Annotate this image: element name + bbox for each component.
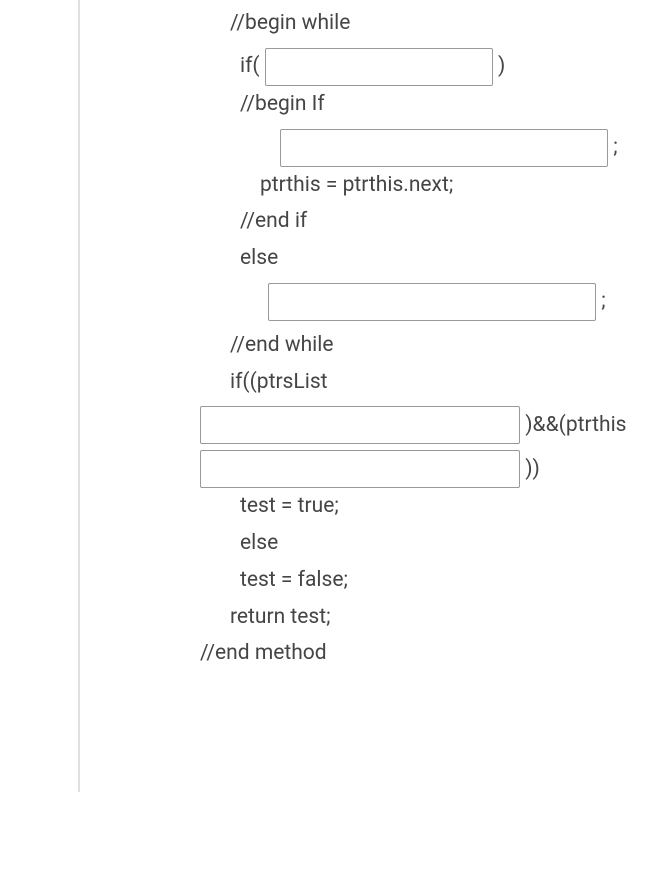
blank-cond-1[interactable] xyxy=(200,406,520,444)
code-line: //begin If xyxy=(200,86,652,123)
comment-end-if: //end if xyxy=(240,203,307,240)
semicolon: ; xyxy=(596,283,606,320)
ptr-assignment: ptrthis = ptrthis.next; xyxy=(260,167,453,204)
comment-begin-if: //begin If xyxy=(240,86,325,123)
code-line: if((ptrsList xyxy=(200,364,652,401)
code-line: ; xyxy=(200,283,652,321)
blank-if-body-1[interactable] xyxy=(280,129,608,167)
code-line: return test; xyxy=(200,599,652,636)
blank-if-condition[interactable] xyxy=(265,48,493,86)
keyword-if: if( xyxy=(240,48,265,85)
code-line: //end if xyxy=(200,203,652,240)
code-line: if( ) xyxy=(200,48,652,86)
code-line: else xyxy=(200,525,652,562)
code-line: else xyxy=(200,240,652,277)
and-ptrthis: )&&(ptrthis xyxy=(520,407,627,444)
comment-end-method: //end method xyxy=(200,635,327,672)
return-test: return test; xyxy=(230,599,331,636)
code-line: //end while xyxy=(200,327,652,364)
close-double-paren: )) xyxy=(520,451,540,488)
code-line: test = true; xyxy=(200,488,652,525)
code-line: //begin while xyxy=(200,5,652,42)
code-line: //end method xyxy=(200,635,652,672)
code-snippet: //begin while if( ) //begin If ; ptrthis… xyxy=(78,0,652,792)
test-false: test = false; xyxy=(240,562,348,599)
code-line: )) xyxy=(200,450,652,488)
blank-else-body[interactable] xyxy=(268,283,596,321)
code-line: ; xyxy=(200,129,652,167)
close-paren: ) xyxy=(493,48,506,85)
code-line: test = false; xyxy=(200,562,652,599)
keyword-else: else xyxy=(240,240,278,277)
keyword-else: else xyxy=(240,525,278,562)
comment-begin-while: //begin while xyxy=(230,5,350,42)
blank-cond-2[interactable] xyxy=(200,450,520,488)
test-true: test = true; xyxy=(240,488,339,525)
comment-end-while: //end while xyxy=(230,327,334,364)
code-line: ptrthis = ptrthis.next; xyxy=(200,167,652,204)
semicolon: ; xyxy=(608,129,618,166)
code-line: )&&(ptrthis xyxy=(200,406,652,444)
if-ptrslist: if((ptrsList xyxy=(230,364,328,401)
